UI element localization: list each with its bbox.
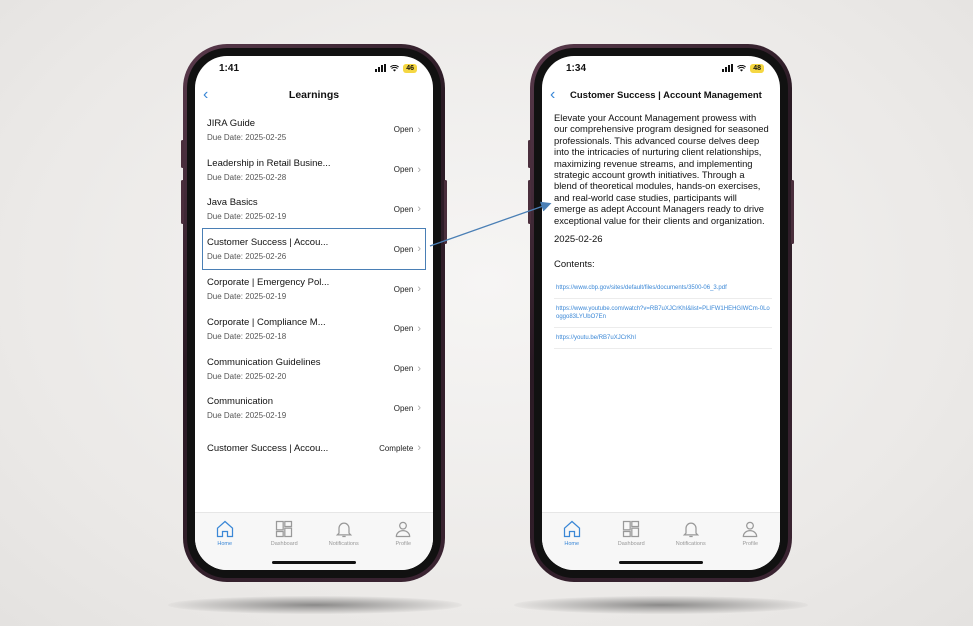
item-title: Customer Success | Accou... [207,237,329,249]
item-status: Open [393,284,414,294]
tab-label: Dashboard [617,541,645,547]
item-title: Leadership in Retail Busine... [207,157,331,169]
tab-profile[interactable]: Profile [725,519,775,570]
list-item[interactable]: Corporate | Emergency Pol... Due Date: 20… [203,269,425,309]
tab-label: Profile [742,541,759,547]
chevron-right-icon: › [417,322,421,335]
item-status: Open [393,165,414,175]
list-item[interactable]: JIRA Guide Due Date: 2025-02-25 Open › [203,110,425,150]
battery-indicator: 48 [750,63,764,73]
content-link[interactable]: https://www.cbp.gov/sites/default/files/… [554,278,772,300]
back-chevron-icon[interactable]: ‹ [203,86,208,104]
item-status: Open [393,324,414,334]
tab-label: Home [564,541,580,547]
battery-indicator: 46 [403,63,417,73]
left-screen: 1:41 46 ‹ Learnings JIRA Guide Due Date: … [195,56,433,570]
bell-icon [335,522,352,538]
page-title: Customer Success | Account Management [570,89,762,101]
signal-icon [375,64,387,72]
chevron-right-icon: › [417,362,421,375]
right-screen: 1:34 48 ‹ Customer Success | Account Man… [542,56,780,570]
wifi-icon [390,64,400,71]
item-title: Communication [207,396,273,408]
nav-bar: ‹ Customer Success | Account Management [542,80,780,110]
item-due-date: Due Date: 2025-02-20 [207,371,287,381]
chevron-right-icon: › [417,163,421,176]
item-title: Corporate | Compliance M... [207,316,326,328]
item-status: Complete [379,443,414,453]
list-item[interactable]: Leadership in Retail Busine... Due Date: … [203,150,425,190]
tab-label: Notifications [675,541,706,547]
list-item[interactable]: Customer Success | Accou... Complete › [203,428,425,468]
status-time: 1:34 [566,62,587,74]
item-due-date: Due Date: 2025-02-19 [207,292,287,302]
item-due-date: Due Date: 2025-02-28 [207,172,287,182]
profile-icon [395,521,411,538]
chevron-right-icon: › [417,283,421,296]
left-phone: 1:41 46 ‹ Learnings JIRA Guide Due Date: … [181,44,447,582]
right-phone: 1:34 48 ‹ Customer Success | Account Man… [528,44,794,582]
item-title: Customer Success | Accou... [207,442,329,454]
tab-label: Notifications [328,541,359,547]
nav-bar: ‹ Learnings [195,80,433,110]
chevron-right-icon: › [417,243,421,256]
chevron-right-icon: › [417,123,421,136]
list-item[interactable]: Java Basics Due Date: 2025-02-19 Open › [203,190,425,230]
tab-label: Home [217,541,233,547]
learnings-list: JIRA Guide Due Date: 2025-02-25 Open › Lea… [195,110,433,468]
home-icon [216,520,233,538]
item-due-date: Due Date: 2025-02-19 [207,212,287,222]
list-item[interactable]: Communication Due Date: 2025-02-19 Open › [203,389,425,429]
item-status: Open [393,125,414,135]
status-time: 1:41 [219,62,240,74]
item-title: Communication Guidelines [207,356,321,368]
home-indicator [272,561,356,564]
tab-label: Dashboard [270,541,298,547]
tab-profile[interactable]: Profile [378,519,428,570]
chevron-right-icon: › [417,442,421,455]
item-due-date: Due Date: 2025-02-19 [207,411,287,421]
home-indicator [619,561,703,564]
signal-icon [722,64,734,72]
right-phone-shadow [514,596,808,614]
connector-arrow [429,201,552,247]
left-phone-shadow [168,596,462,614]
tab-home[interactable]: Home [547,519,597,570]
back-chevron-icon[interactable]: ‹ [550,86,555,104]
content-link[interactable]: https://www.youtube.com/watch?v=RB7uXJCr… [554,299,772,329]
list-item[interactable]: Corporate | Compliance M... Due Date: 202… [203,309,425,349]
list-item[interactable]: Communication Guidelines Due Date: 2025-0… [203,349,425,389]
list-item-selected[interactable]: Customer Success | Accou... Due Date: 202… [202,228,426,271]
item-due-date: Due Date: 2025-02-18 [207,331,287,341]
status-bar: 1:34 48 [542,56,780,80]
course-description: Elevate your Account Management prowess … [554,112,769,226]
course-date: 2025-02-26 [554,234,603,246]
tab-home[interactable]: Home [200,519,250,570]
item-status: Open [393,364,414,374]
home-icon [563,520,580,538]
item-due-date: Due Date: 2025-02-25 [207,132,287,142]
item-title: JIRA Guide [207,117,256,129]
item-title: Corporate | Emergency Pol... [207,277,330,289]
dashboard-icon [276,520,293,538]
bell-icon [682,522,699,538]
chevron-right-icon: › [417,402,421,415]
contents-heading: Contents: [554,259,595,271]
content-link[interactable]: https://youtu.be/RB7uXJCrKhI [554,328,772,350]
item-status: Open [393,244,414,254]
status-bar: 1:41 46 [195,56,433,80]
chevron-right-icon: › [417,203,421,216]
item-status: Open [393,204,414,214]
item-due-date: Due Date: 2025-02-26 [207,252,287,262]
page-title: Learnings [288,89,340,101]
wifi-icon [737,64,747,71]
dashboard-icon [623,520,640,538]
item-title: Java Basics [207,197,258,209]
tab-label: Profile [395,541,412,547]
item-status: Open [393,403,414,413]
profile-icon [742,521,758,538]
